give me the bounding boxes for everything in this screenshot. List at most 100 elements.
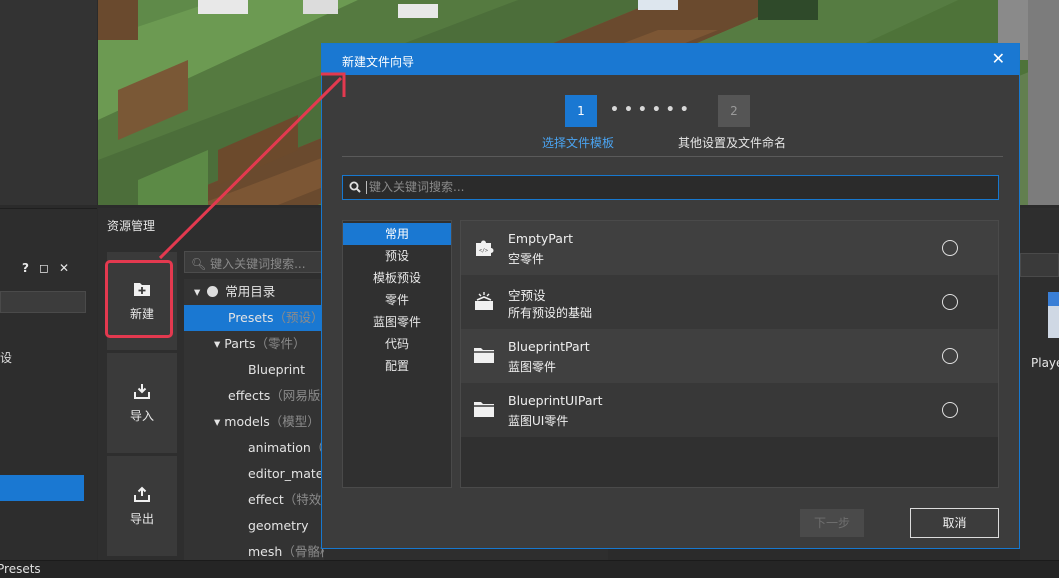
next-step-button[interactable]: 下一步 [800, 509, 864, 537]
asset-search-placeholder: 键入关键词搜索... [210, 257, 306, 271]
tree-item-sublabel: （骨骼模型网格） [282, 544, 324, 559]
folder-icon [474, 348, 494, 363]
asset-manager-title: 资源管理 [107, 219, 156, 233]
import-icon [134, 383, 150, 399]
template-description: 蓝图UI零件 [508, 414, 569, 428]
left-top-panel [0, 0, 97, 205]
tree-item-models[interactable]: ▾ models（模型） [214, 409, 320, 435]
template-name: EmptyPart [508, 231, 573, 246]
template-radio[interactable] [942, 240, 958, 256]
status-bar-text: Presets [0, 562, 41, 576]
template-radio[interactable] [942, 348, 958, 364]
template-description: 空零件 [508, 252, 545, 266]
tree-item-geometry[interactable]: geometry [248, 513, 309, 539]
step-1-label: 选择文件模板 [542, 136, 615, 150]
expand-arrow-icon[interactable]: ▾ [214, 414, 220, 429]
left-panel-input[interactable] [0, 291, 86, 313]
folder-icon [474, 402, 494, 417]
tree-item-parts[interactable]: ▾ Parts（零件） [214, 331, 305, 357]
step-progress-dots: •••••• [610, 102, 694, 118]
tree-item-label: effects [228, 388, 271, 403]
tree-item-effect[interactable]: effect（特效扎 [248, 487, 324, 513]
template-name: 空预设 [508, 288, 546, 303]
left-panel: ? ◻ ✕ 设 [0, 208, 97, 560]
tree-item-label: animation [248, 440, 311, 455]
tree-item-animation[interactable]: animation（ [248, 435, 323, 461]
tree-item-label: effect [248, 492, 284, 507]
template-description: 蓝图零件 [508, 360, 557, 374]
template-item-empty-part[interactable]: </> EmptyPart 空零件 [461, 221, 998, 275]
template-category-list: 常用 预设 模板预设 零件 蓝图零件 代码 配置 [342, 220, 452, 488]
tree-item-sublabel: （特效扎 [283, 492, 324, 507]
export-button[interactable]: 导出 [107, 456, 177, 556]
status-bar: Presets [0, 560, 1059, 578]
preset-box-icon [475, 292, 493, 310]
right-panel-input[interactable] [1020, 253, 1059, 277]
category-presets[interactable]: 预设 [343, 245, 451, 267]
template-radio[interactable] [942, 402, 958, 418]
tree-item-label: Presets [228, 310, 274, 325]
player-file-icon-header [1048, 292, 1059, 306]
template-description: 所有预设的基础 [508, 306, 593, 320]
tree-item-label: 常用目录 [225, 284, 276, 299]
category-blueprint-parts[interactable]: 蓝图零件 [343, 311, 451, 333]
tree-item-sublabel: （零件） [255, 336, 306, 351]
import-button-label: 导入 [129, 408, 154, 423]
close-icon[interactable]: ✕ [59, 261, 69, 275]
asset-search-input[interactable]: 🔍︎ 键入关键词搜索... [184, 251, 324, 273]
left-panel-selected-item[interactable] [0, 475, 84, 501]
template-list: </> EmptyPart 空零件 空预设 所有预设的基础 BlueprintP… [460, 220, 999, 488]
export-icon [134, 486, 150, 502]
template-search-placeholder: 键入关键词搜索... [366, 181, 464, 194]
tree-item-label: Parts [224, 336, 256, 351]
cancel-button[interactable]: 取消 [910, 508, 999, 538]
tree-item-common[interactable]: ▾ 常用目录 [194, 279, 275, 305]
player-label[interactable]: Playe [1031, 356, 1059, 370]
maximize-icon[interactable]: ◻ [39, 261, 49, 275]
expand-arrow-icon[interactable]: ▾ [194, 284, 200, 299]
step-2-indicator: 2 [718, 95, 750, 127]
tree-item-effects[interactable]: effects（网易版特 [228, 383, 324, 409]
left-panel-partial-text: 设 [0, 351, 13, 365]
category-code[interactable]: 代码 [343, 333, 451, 355]
template-name: BlueprintUIPart [508, 393, 603, 408]
tree-item-sublabel: （预设） [273, 310, 324, 325]
tree-item-presets[interactable]: Presets（预设） [184, 305, 324, 331]
step-2-label: 其他设置及文件命名 [678, 136, 787, 150]
tree-item-blueprint[interactable]: Blueprint [248, 357, 305, 383]
new-file-wizard-dialog: 新建文件向导 ✕ 1 •••••• 2 选择文件模板 其他设置及文件命名 键入关… [321, 43, 1020, 549]
dialog-title-bar[interactable]: 新建文件向导 ✕ [322, 44, 1019, 75]
category-parts[interactable]: 零件 [343, 289, 451, 311]
tree-item-mesh[interactable]: mesh（骨骼模型网格） [248, 539, 324, 560]
tree-item-label: Blueprint [248, 362, 306, 377]
puzzle-icon: </> [476, 240, 494, 256]
tree-item-sublabel: （模型） [269, 414, 320, 429]
svg-text:</>: </> [479, 248, 488, 254]
category-config[interactable]: 配置 [343, 355, 451, 377]
asset-tree: ▾ 常用目录 Presets（预设） ▾ Parts（零件） Blueprint… [184, 279, 324, 560]
template-name: BlueprintPart [508, 339, 590, 354]
new-button-highlight-box [105, 260, 173, 338]
close-icon[interactable]: ✕ [992, 49, 1005, 68]
tree-item-label: geometry [248, 518, 309, 533]
template-search-input[interactable]: 键入关键词搜索... [342, 175, 999, 200]
category-template-presets[interactable]: 模板预设 [343, 267, 451, 289]
import-button[interactable]: 导入 [107, 353, 177, 453]
dialog-divider [342, 156, 1003, 157]
template-item-blueprint-ui-part[interactable]: BlueprintUIPart 蓝图UI零件 [461, 383, 998, 437]
clock-icon [207, 286, 219, 297]
template-item-blueprint-part[interactable]: BlueprintPart 蓝图零件 [461, 329, 998, 383]
tree-item-editor-materials[interactable]: editor_mater [248, 461, 324, 487]
help-icon[interactable]: ? [22, 261, 29, 275]
tree-item-sublabel: （网易版特 [270, 388, 324, 403]
expand-arrow-icon[interactable]: ▾ [214, 336, 220, 351]
template-radio[interactable] [942, 294, 958, 310]
search-icon [349, 181, 361, 196]
category-common[interactable]: 常用 [343, 223, 451, 245]
tree-item-label: mesh [248, 544, 283, 559]
tree-item-label: editor_mater [248, 466, 324, 481]
dialog-title: 新建文件向导 [342, 55, 415, 69]
template-item-empty-preset[interactable]: 空预设 所有预设的基础 [461, 275, 998, 329]
search-icon: 🔍︎ [191, 257, 207, 271]
step-1-indicator: 1 [565, 95, 597, 127]
